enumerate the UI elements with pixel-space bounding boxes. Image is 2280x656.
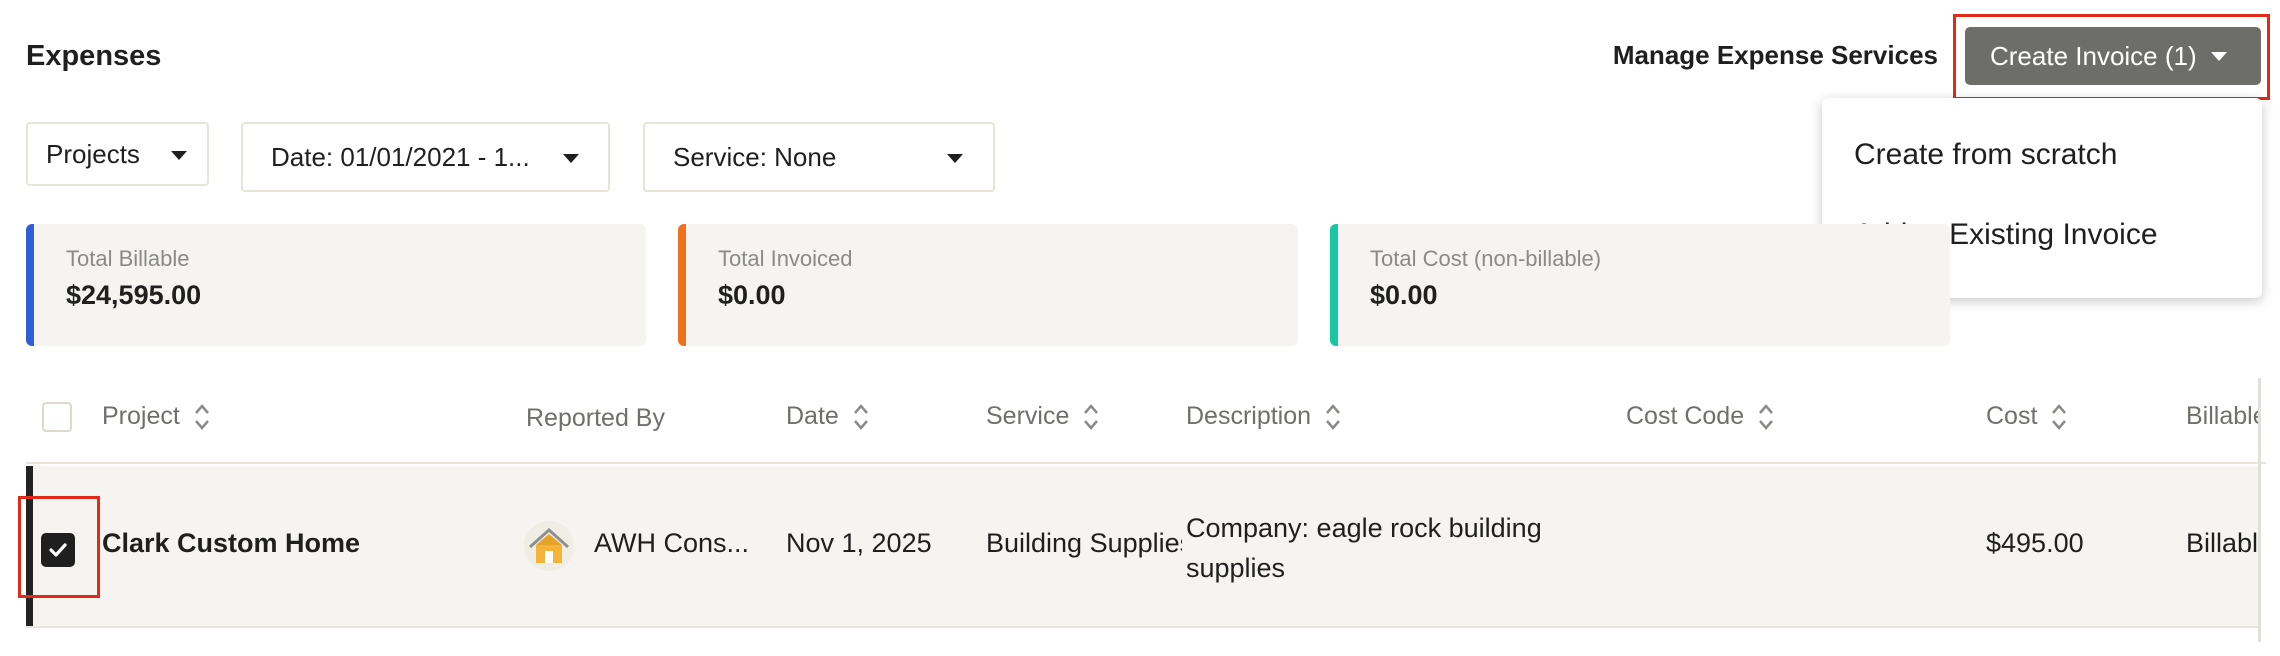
column-header-date[interactable]: Date xyxy=(786,402,869,431)
stat-value: $0.00 xyxy=(718,280,786,310)
create-invoice-label: Create Invoice (1) xyxy=(1990,40,2197,71)
column-header-reported-by: Reported By xyxy=(526,404,665,433)
stat-accent-bar xyxy=(1330,224,1338,346)
caret-down-icon xyxy=(563,154,579,163)
row-checkbox[interactable] xyxy=(41,533,75,567)
column-header-description[interactable]: Description xyxy=(1186,402,1341,431)
avatar xyxy=(524,521,574,571)
column-label: Service xyxy=(986,402,1070,430)
column-label: Description xyxy=(1186,402,1312,430)
row-checkbox-highlight xyxy=(18,496,100,598)
cost-cell: $495.00 xyxy=(1986,528,2084,558)
stat-card-total-cost: Total Cost (non-billable) $0.00 xyxy=(1330,224,1950,346)
service-filter[interactable]: Service: None xyxy=(643,122,995,192)
sort-icon xyxy=(194,403,210,431)
create-invoice-button[interactable]: Create Invoice (1) xyxy=(1965,27,2261,85)
date-filter[interactable]: Date: 01/01/2021 - 1... xyxy=(241,122,610,192)
create-from-scratch-option[interactable]: Create from scratch xyxy=(1854,138,2117,172)
manage-expense-services-link[interactable]: Manage Expense Services xyxy=(1613,40,1938,71)
column-label: Billable xyxy=(2186,402,2258,430)
column-header-cost[interactable]: Cost xyxy=(1986,402,2067,431)
stat-card-total-billable: Total Billable $24,595.00 xyxy=(26,224,646,346)
service-cell: Building Supplies xyxy=(986,528,1182,558)
column-label: Project xyxy=(102,402,180,430)
project-cell[interactable]: Clark Custom Home xyxy=(102,528,360,559)
service-filter-label: Service: None xyxy=(673,141,837,172)
billable-cell: Billable xyxy=(2186,528,2258,558)
sort-icon xyxy=(1083,403,1099,431)
select-all-checkbox[interactable] xyxy=(42,402,72,432)
stat-label: Total Cost (non-billable) xyxy=(1370,246,1602,271)
table-header: Project Reported By Date Service Descrip… xyxy=(26,378,2266,464)
page-title: Expenses xyxy=(26,40,162,72)
sort-icon xyxy=(853,403,869,431)
column-header-cost-code[interactable]: Cost Code xyxy=(1626,402,1774,431)
caret-down-icon xyxy=(947,154,963,163)
date-filter-label: Date: 01/01/2021 - 1... xyxy=(271,141,530,172)
sort-icon xyxy=(1758,403,1774,431)
create-invoice-highlight: Create Invoice (1) xyxy=(1953,14,2270,100)
caret-down-icon xyxy=(171,151,187,160)
column-header-service[interactable]: Service xyxy=(986,402,1099,431)
sort-icon xyxy=(2051,403,2067,431)
date-cell: Nov 1, 2025 xyxy=(786,528,932,558)
column-label: Reported By xyxy=(526,404,665,432)
column-label: Cost Code xyxy=(1626,402,1745,430)
table-row[interactable]: Clark Custom Home AWH Cons... Nov 1, 202… xyxy=(18,466,2258,628)
column-header-billable[interactable]: Billable xyxy=(2186,402,2258,431)
caret-down-icon xyxy=(2210,51,2227,61)
stat-card-total-invoiced: Total Invoiced $0.00 xyxy=(678,224,1298,346)
house-icon xyxy=(528,527,570,563)
stat-value: $24,595.00 xyxy=(66,280,202,310)
stat-label: Total Billable xyxy=(66,246,190,271)
reported-by-cell: AWH Cons... xyxy=(594,528,750,558)
stat-value: $0.00 xyxy=(1370,280,1438,310)
stat-accent-bar xyxy=(678,224,686,346)
stat-accent-bar xyxy=(26,224,34,346)
projects-filter[interactable]: Projects xyxy=(26,122,209,186)
column-label: Date xyxy=(786,402,839,430)
table-scrollbar[interactable] xyxy=(2258,378,2261,642)
description-cell: Company: eagle rock building supplies xyxy=(1186,513,1542,583)
column-header-project[interactable]: Project xyxy=(102,402,210,431)
projects-filter-label: Projects xyxy=(46,138,140,169)
sort-icon xyxy=(1325,403,1341,431)
stat-label: Total Invoiced xyxy=(718,246,853,271)
checkmark-icon xyxy=(49,543,67,557)
column-label: Cost xyxy=(1986,402,2038,430)
